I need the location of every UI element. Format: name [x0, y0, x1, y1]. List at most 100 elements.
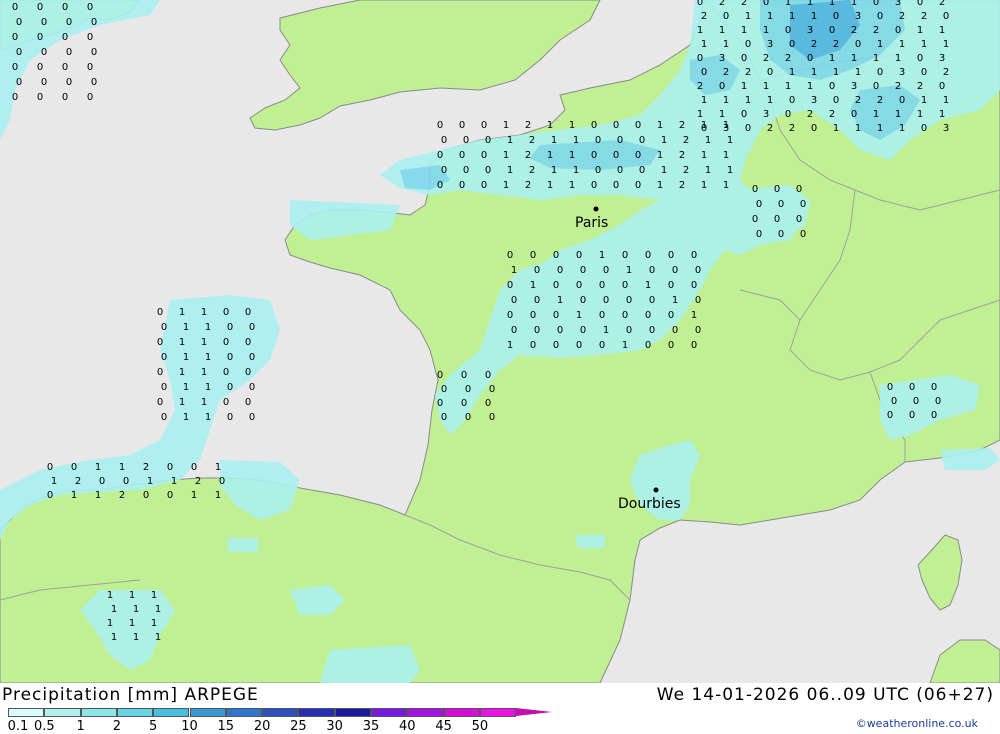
precip-value-label: 0 — [485, 370, 491, 381]
precip-value-label: 0 — [851, 109, 857, 120]
precip-value-label: 2 — [917, 81, 923, 92]
precip-value-label: 0 — [763, 0, 769, 8]
precip-value-label: 1 — [873, 53, 879, 64]
precip-value-label: 1 — [705, 165, 711, 176]
precip-value-label: 0 — [580, 295, 586, 306]
legend-label: 30 — [326, 719, 343, 734]
credit-link[interactable]: ©weatheronline.co.uk — [856, 717, 978, 730]
precip-value-label: 2 — [143, 462, 149, 473]
precip-value-label: 0 — [613, 180, 619, 191]
precip-value-label: 1 — [943, 39, 949, 50]
precip-value-label: 0 — [833, 11, 839, 22]
precip-value-label: 1 — [789, 11, 795, 22]
precip-value-label: 3 — [811, 95, 817, 106]
precip-value-label: 0 — [161, 382, 167, 393]
precip-value-label: 2 — [943, 67, 949, 78]
precip-value-label: 2 — [833, 39, 839, 50]
precip-value-label: 0 — [557, 325, 563, 336]
precip-value-label: 3 — [763, 109, 769, 120]
precip-value-label: 0 — [778, 199, 784, 210]
weather-map: 0 2 2 0 1 1 1 1 0 3 0 2 2 0 1 1 1 1 0 3 0 2 2 0 1 1 1 1 0 3 0 2 2 0 1 1 1 1 0 3… — [0, 0, 1000, 683]
precip-value-label: 0 — [534, 265, 540, 276]
precip-value-label: 0 — [789, 39, 795, 50]
precip-value-label: 1 — [807, 81, 813, 92]
precip-value-label: 0 — [481, 180, 487, 191]
precip-value-label: 0 — [626, 325, 632, 336]
precip-value-label: 1 — [807, 0, 813, 8]
precip-value-label: 1 — [672, 295, 678, 306]
precip-value-label: 1 — [899, 123, 905, 134]
city-label: Dourbies — [618, 496, 681, 512]
precip-value-label: 0 — [639, 135, 645, 146]
precip-value-label: 0 — [41, 17, 47, 28]
precip-value-label: 0 — [161, 412, 167, 423]
map-footer: Precipitation [mm] ARPEGE We 14-01-2026 … — [0, 683, 1000, 734]
precip-value-label: 0 — [887, 410, 893, 421]
precip-value-label: 0 — [249, 382, 255, 393]
precip-value-label: 0 — [595, 135, 601, 146]
precip-value-label: 1 — [855, 123, 861, 134]
precip-value-label: 0 — [622, 250, 628, 261]
precip-value-label: 0 — [530, 310, 536, 321]
precip-value-label: 1 — [530, 280, 536, 291]
precip-value-label: 0 — [943, 11, 949, 22]
precip-value-label: 1 — [183, 322, 189, 333]
precip-value-label: 1 — [719, 25, 725, 36]
precip-value-label: 0 — [774, 184, 780, 195]
precip-value-label: 0 — [485, 165, 491, 176]
precip-value-label: 0 — [639, 165, 645, 176]
precip-value-label: 1 — [719, 109, 725, 120]
precip-value-label: 0 — [603, 295, 609, 306]
precip-value-label: 0 — [223, 337, 229, 348]
precip-value-label: 1 — [895, 53, 901, 64]
precip-value-label: 1 — [789, 67, 795, 78]
precip-value-label: 0 — [557, 265, 563, 276]
precip-value-label: 2 — [723, 67, 729, 78]
precip-value-label: 0 — [697, 53, 703, 64]
precip-value-label: 0 — [62, 62, 68, 73]
precip-value-label: 1 — [727, 165, 733, 176]
precip-value-label: 0 — [507, 310, 513, 321]
legend-swatch — [116, 708, 154, 717]
precip-value-label: 1 — [895, 109, 901, 120]
precip-value-label: 0 — [437, 120, 443, 131]
legend-label: 15 — [217, 719, 235, 734]
precip-value-label: 0 — [921, 123, 927, 134]
precip-value-label: 0 — [756, 199, 762, 210]
precip-value-label: 2 — [525, 180, 531, 191]
legend-label: 0.1 — [7, 719, 29, 734]
city-label: Paris — [575, 215, 608, 231]
precip-value-label: 0 — [461, 398, 467, 409]
precip-value-label: 0 — [66, 17, 72, 28]
precip-value-label: 0 — [599, 310, 605, 321]
legend-label: 1 — [76, 719, 85, 734]
precip-value-label: 0 — [917, 0, 923, 8]
precip-value-label: 2 — [679, 180, 685, 191]
precip-value-label: 1 — [155, 632, 161, 643]
precip-value-label: 1 — [205, 382, 211, 393]
precip-value-label: 2 — [767, 123, 773, 134]
precip-value-label: 1 — [657, 120, 663, 131]
precip-value-label: 0 — [695, 325, 701, 336]
precip-value-label: 0 — [37, 2, 43, 13]
precip-value-label: 0 — [887, 382, 893, 393]
precip-value-label: 0 — [249, 412, 255, 423]
precip-value-label: 0 — [909, 410, 915, 421]
precip-value-label: 1 — [179, 397, 185, 408]
precip-value-label: 0 — [249, 352, 255, 363]
precip-value-label: 0 — [47, 490, 53, 501]
precip-value-label: 0 — [489, 412, 495, 423]
legend-swatch — [189, 708, 226, 717]
precip-value-label: 0 — [599, 340, 605, 351]
precip-value-label: 2 — [683, 165, 689, 176]
precip-value-label: 2 — [525, 120, 531, 131]
precip-value-label: 1 — [557, 295, 563, 306]
precip-value-label: 2 — [679, 150, 685, 161]
precip-value-label: 1 — [691, 310, 697, 321]
precip-value-label: 1 — [705, 135, 711, 146]
precip-value-label: 0 — [87, 62, 93, 73]
precip-value-label: 1 — [129, 590, 135, 601]
precip-value-label: 0 — [245, 337, 251, 348]
precip-value-label: 0 — [87, 32, 93, 43]
precip-value-label: 2 — [529, 165, 535, 176]
